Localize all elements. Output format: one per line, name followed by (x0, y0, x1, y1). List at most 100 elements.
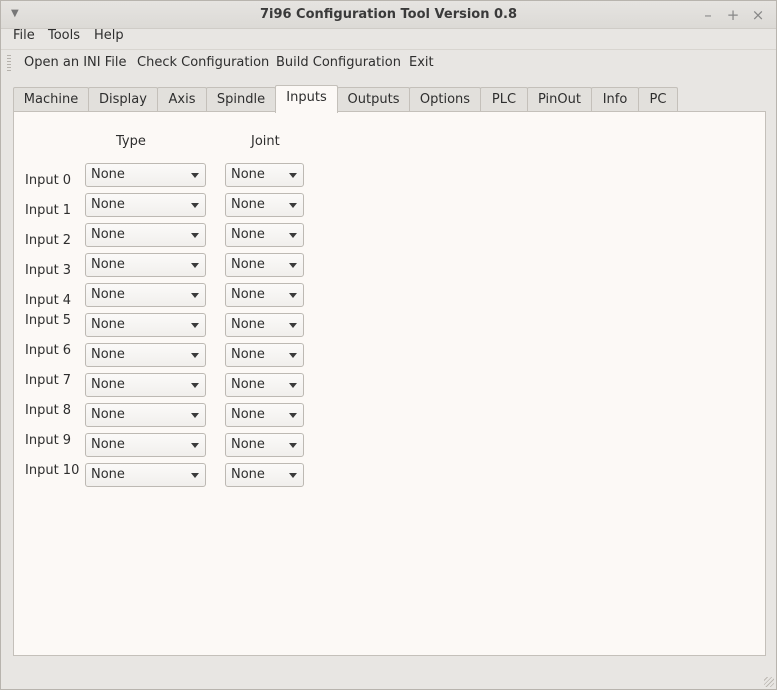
dropdown-arrow-icon (191, 293, 199, 298)
input-6-type-select[interactable]: None (85, 343, 206, 367)
input-4-joint-value: None (231, 287, 265, 302)
dropdown-arrow-icon (289, 473, 297, 478)
input-10-joint-select[interactable]: None (225, 463, 304, 487)
dropdown-arrow-icon (191, 413, 199, 418)
dropdown-arrow-icon (191, 473, 199, 478)
tab-plc[interactable]: PLC (480, 87, 528, 112)
input-10-joint-value: None (231, 467, 265, 482)
input-3-type-value: None (91, 257, 125, 272)
input-0-joint-value: None (231, 167, 265, 182)
input-4-type-value: None (91, 287, 125, 302)
dropdown-arrow-icon (289, 413, 297, 418)
input-1-joint-select[interactable]: None (225, 193, 304, 217)
open-ini-button[interactable]: Open an INI File (24, 55, 126, 73)
dropdown-arrow-icon (191, 173, 199, 178)
dropdown-arrow-icon (289, 233, 297, 238)
input-5-type-select[interactable]: None (85, 313, 206, 337)
menu-file[interactable]: File (13, 29, 35, 49)
tab-pinout[interactable]: PinOut (527, 87, 592, 112)
input-8-joint-value: None (231, 407, 265, 422)
input-10-type-value: None (91, 467, 125, 482)
dropdown-arrow-icon (191, 443, 199, 448)
input-6-joint-select[interactable]: None (225, 343, 304, 367)
input-3-type-select[interactable]: None (85, 253, 206, 277)
tab-info[interactable]: Info (591, 87, 639, 112)
input-0-joint-select[interactable]: None (225, 163, 304, 187)
input-8-joint-select[interactable]: None (225, 403, 304, 427)
input-5-joint-value: None (231, 317, 265, 332)
dropdown-arrow-icon (191, 233, 199, 238)
input-2-type-select[interactable]: None (85, 223, 206, 247)
menu-bar: File Tools Help (1, 29, 776, 49)
toolbar: Open an INI File Check Configuration Bui… (1, 49, 776, 77)
input-8-type-value: None (91, 407, 125, 422)
input-1-type-select[interactable]: None (85, 193, 206, 217)
dropdown-arrow-icon (289, 443, 297, 448)
check-configuration-button[interactable]: Check Configuration (137, 55, 269, 73)
input-2-joint-value: None (231, 227, 265, 242)
tab-inputs[interactable]: Inputs (275, 85, 338, 113)
build-configuration-button[interactable]: Build Configuration (276, 55, 401, 73)
input-1-joint-value: None (231, 197, 265, 212)
tab-display[interactable]: Display (88, 87, 158, 112)
dropdown-arrow-icon (191, 263, 199, 268)
input-10-label: Input 10 (25, 463, 80, 478)
dropdown-arrow-icon (289, 383, 297, 388)
input-3-joint-value: None (231, 257, 265, 272)
input-3-joint-select[interactable]: None (225, 253, 304, 277)
input-2-joint-select[interactable]: None (225, 223, 304, 247)
input-6-type-value: None (91, 347, 125, 362)
joint-column-header: Joint (251, 134, 280, 149)
minimize-icon[interactable]: – (699, 6, 717, 24)
dropdown-arrow-icon (191, 383, 199, 388)
dropdown-arrow-icon (289, 203, 297, 208)
tab-machine[interactable]: Machine (13, 87, 89, 112)
input-8-type-select[interactable]: None (85, 403, 206, 427)
maximize-icon[interactable]: + (724, 6, 742, 24)
input-7-joint-value: None (231, 377, 265, 392)
input-0-label: Input 0 (25, 173, 72, 188)
input-5-type-value: None (91, 317, 125, 332)
type-column-header: Type (116, 134, 146, 149)
input-9-label: Input 9 (25, 433, 72, 448)
input-9-type-value: None (91, 437, 125, 452)
dropdown-arrow-icon (191, 323, 199, 328)
dropdown-arrow-icon (191, 353, 199, 358)
resize-grip-icon[interactable] (764, 677, 774, 687)
input-9-joint-value: None (231, 437, 265, 452)
close-icon[interactable]: × (749, 6, 767, 24)
input-0-type-value: None (91, 167, 125, 182)
input-7-type-select[interactable]: None (85, 373, 206, 397)
input-5-joint-select[interactable]: None (225, 313, 304, 337)
window-title: 7i96 Configuration Tool Version 0.8 (259, 7, 518, 22)
input-2-label: Input 2 (25, 233, 72, 248)
input-4-type-select[interactable]: None (85, 283, 206, 307)
dropdown-arrow-icon (289, 263, 297, 268)
tab-outputs[interactable]: Outputs (337, 87, 410, 112)
menu-help[interactable]: Help (94, 29, 124, 49)
input-3-label: Input 3 (25, 263, 72, 278)
input-4-label: Input 4 (25, 293, 72, 308)
exit-button[interactable]: Exit (409, 55, 434, 73)
tab-spindle[interactable]: Spindle (206, 87, 276, 112)
input-2-type-value: None (91, 227, 125, 242)
input-6-label: Input 6 (25, 343, 72, 358)
menu-tools[interactable]: Tools (48, 29, 80, 49)
input-9-type-select[interactable]: None (85, 433, 206, 457)
input-7-label: Input 7 (25, 373, 72, 388)
input-0-type-select[interactable]: None (85, 163, 206, 187)
input-5-label: Input 5 (25, 313, 72, 328)
input-7-type-value: None (91, 377, 125, 392)
title-bar[interactable]: ▼ 7i96 Configuration Tool Version 0.8 – … (1, 1, 776, 29)
dropdown-arrow-icon (289, 293, 297, 298)
input-7-joint-select[interactable]: None (225, 373, 304, 397)
tab-axis[interactable]: Axis (157, 87, 207, 112)
input-4-joint-select[interactable]: None (225, 283, 304, 307)
input-8-label: Input 8 (25, 403, 72, 418)
input-9-joint-select[interactable]: None (225, 433, 304, 457)
main-window: ▼ 7i96 Configuration Tool Version 0.8 – … (0, 0, 777, 690)
tab-options[interactable]: Options (409, 87, 481, 112)
tab-pc[interactable]: PC (638, 87, 678, 112)
input-10-type-select[interactable]: None (85, 463, 206, 487)
toolbar-grip[interactable] (7, 55, 11, 73)
